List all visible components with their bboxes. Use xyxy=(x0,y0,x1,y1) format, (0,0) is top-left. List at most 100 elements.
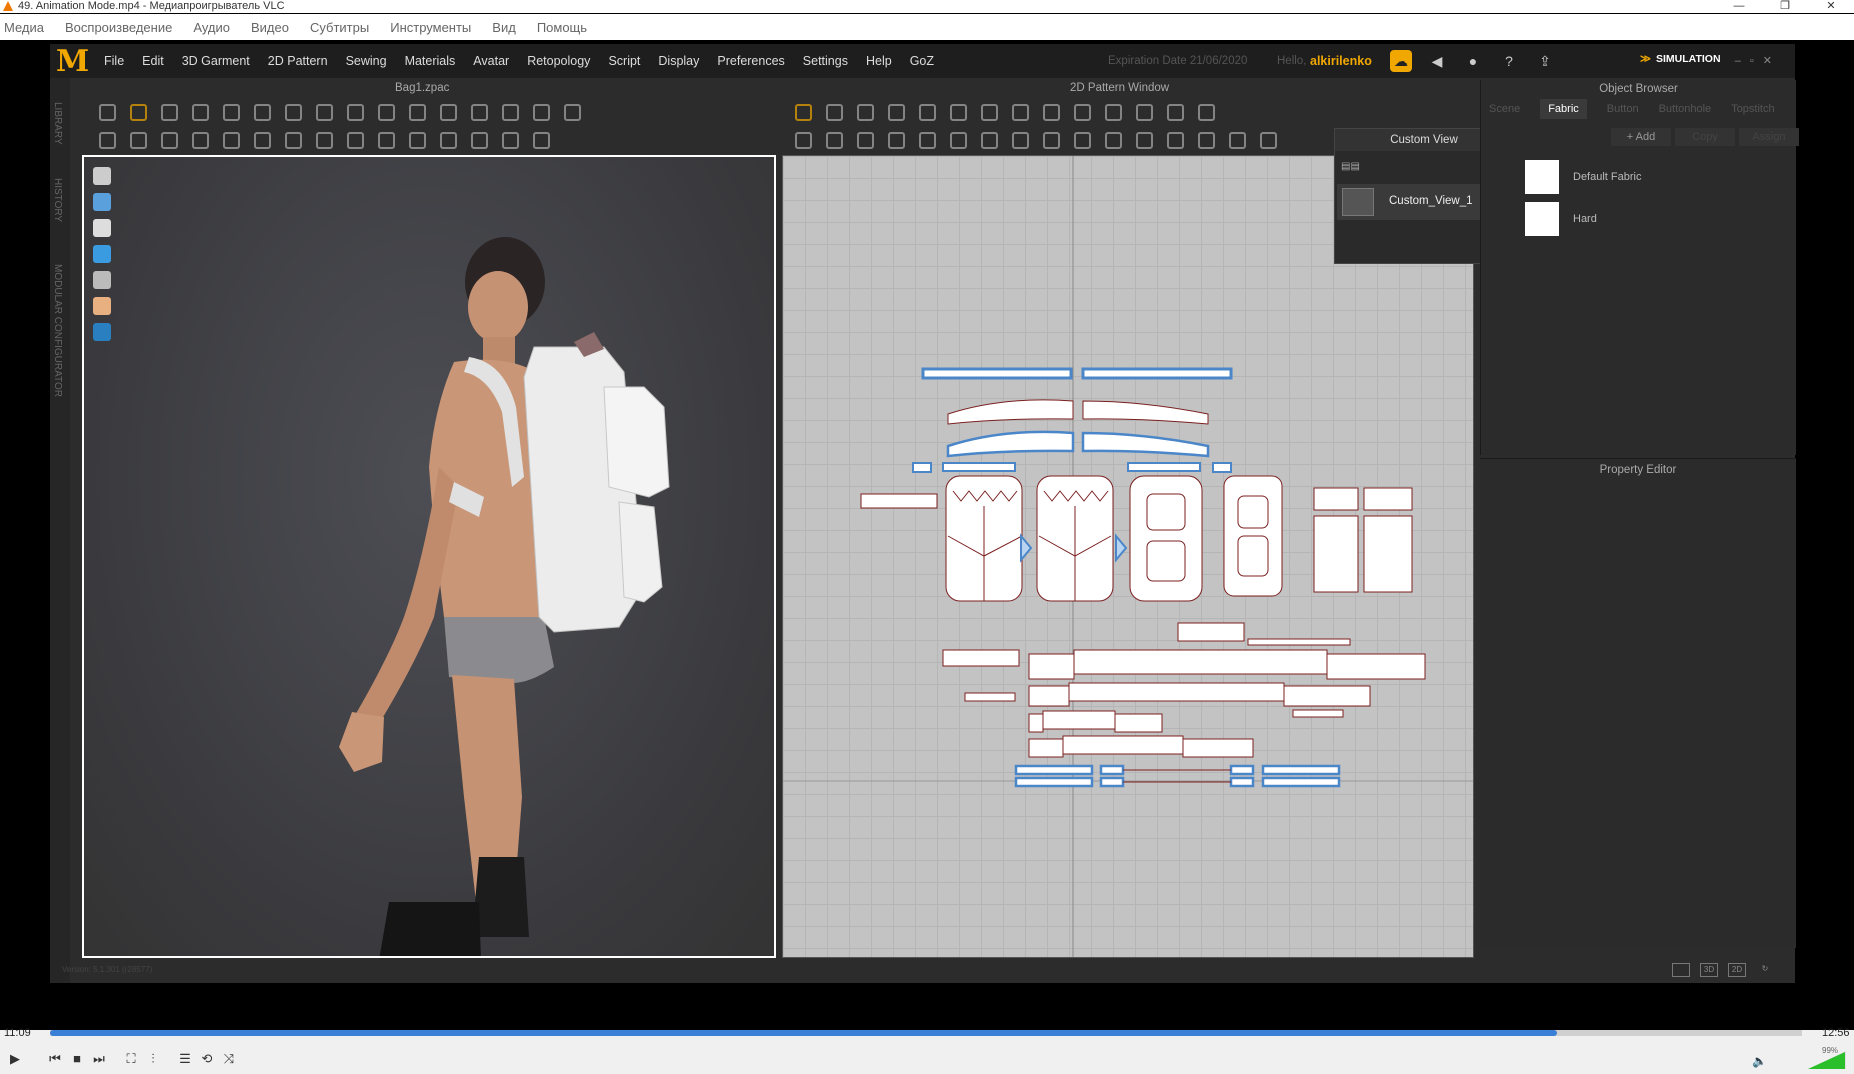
menu-audio[interactable]: Аудио xyxy=(193,20,230,35)
select-icon[interactable] xyxy=(99,104,116,121)
fabric-item[interactable]: Hard xyxy=(1525,202,1825,238)
folder-icon[interactable]: ▤▤ xyxy=(1341,161,1360,172)
shuffle-icon[interactable]: ⤨ xyxy=(218,1048,240,1070)
fabric-item[interactable]: Default Fabric xyxy=(1525,160,1825,196)
flatten-icon[interactable] xyxy=(533,104,550,121)
simulation-mode-dropdown[interactable]: SIMULATION xyxy=(1640,53,1721,65)
internal-rect-icon[interactable] xyxy=(1074,104,1091,121)
ellipse-icon[interactable] xyxy=(1012,104,1029,121)
seam-taping-icon[interactable] xyxy=(919,132,936,149)
side-tab-modular[interactable]: MODULAR CONFIGURATOR xyxy=(52,264,63,397)
menu-view[interactable]: Вид xyxy=(492,20,516,35)
split-icon[interactable] xyxy=(223,132,240,149)
md-menu-display[interactable]: Display xyxy=(658,54,699,68)
line-icon[interactable] xyxy=(440,132,457,149)
edit-pattern-icon[interactable] xyxy=(795,104,812,121)
transform-pattern-icon[interactable] xyxy=(826,104,843,121)
refresh-icon[interactable]: ↻ xyxy=(1756,963,1774,977)
avatar-display-icon[interactable] xyxy=(93,219,111,237)
seek-bar[interactable] xyxy=(50,1030,1802,1036)
md-menu-avatar[interactable]: Avatar xyxy=(473,54,509,68)
tab-topstitch[interactable]: Topstitch xyxy=(1731,103,1774,115)
button-2d-icon[interactable] xyxy=(1074,132,1091,149)
pin-icon[interactable] xyxy=(254,104,271,121)
check-sew-icon[interactable] xyxy=(888,132,905,149)
md-menu-settings[interactable]: Settings xyxy=(803,54,848,68)
extended-settings-icon[interactable]: ⫶ xyxy=(142,1048,164,1070)
md-menu-materials[interactable]: Materials xyxy=(405,54,456,68)
fabric-2d-icon[interactable] xyxy=(950,132,967,149)
trim-icon[interactable] xyxy=(471,132,488,149)
segment-sew-icon[interactable] xyxy=(795,132,812,149)
tab-button[interactable]: Button xyxy=(1607,103,1639,115)
topstitch-icon[interactable] xyxy=(409,132,426,149)
texture-icon[interactable] xyxy=(502,132,519,149)
side-tab-library[interactable]: LIBRARY xyxy=(52,102,63,145)
dart-icon[interactable] xyxy=(1105,104,1122,121)
menu-subtitles[interactable]: Субтитры xyxy=(310,20,369,35)
buttonhole-2d-icon[interactable] xyxy=(1105,132,1122,149)
3d-viewport[interactable] xyxy=(82,155,776,958)
tape-icon[interactable] xyxy=(161,132,178,149)
measure-icon[interactable] xyxy=(316,104,333,121)
menu-playback[interactable]: Воспроизведение xyxy=(65,20,172,35)
pose-icon[interactable] xyxy=(99,132,116,149)
grid-icon[interactable] xyxy=(471,104,488,121)
next-icon[interactable]: ⏭ xyxy=(88,1048,110,1070)
fabric-render-icon[interactable] xyxy=(93,193,111,211)
scale-icon[interactable] xyxy=(192,104,209,121)
play-icon[interactable]: ▶ xyxy=(0,1048,30,1070)
fold-icon[interactable] xyxy=(378,104,395,121)
speaker-icon[interactable]: ◀ xyxy=(1426,50,1448,72)
annotation-icon[interactable] xyxy=(1167,132,1184,149)
copy-button[interactable]: Copy xyxy=(1675,128,1735,146)
rotate-icon[interactable] xyxy=(223,104,240,121)
notch-icon[interactable] xyxy=(1198,132,1215,149)
puckering-icon[interactable] xyxy=(1012,132,1029,149)
md-menu-preferences[interactable]: Preferences xyxy=(717,54,784,68)
fold-arrange-icon[interactable] xyxy=(285,132,302,149)
close-icon[interactable]: ✕ xyxy=(1808,0,1854,13)
cloud-icon[interactable]: ☁ xyxy=(1390,50,1412,72)
md-window-controls[interactable]: –▫✕ xyxy=(1735,54,1781,67)
3d-view-icon[interactable]: 3D xyxy=(1700,963,1718,977)
edit-curve-icon[interactable] xyxy=(857,104,874,121)
volume-speaker-icon[interactable]: 🔈 xyxy=(1752,1054,1767,1068)
cut-icon[interactable] xyxy=(192,132,209,149)
tab-buttonhole[interactable]: Buttonhole xyxy=(1659,103,1712,115)
grading-icon[interactable] xyxy=(1167,104,1184,121)
md-menu-script[interactable]: Script xyxy=(608,54,640,68)
brush-icon[interactable] xyxy=(347,104,364,121)
2d-pattern-viewport[interactable] xyxy=(782,155,1474,958)
md-menu-file[interactable]: File xyxy=(104,54,124,68)
minimize-icon[interactable]: — xyxy=(1716,0,1762,13)
menu-tools[interactable]: Инструменты xyxy=(390,20,471,35)
pattern-grid-icon[interactable] xyxy=(1198,104,1215,121)
polygon-icon[interactable] xyxy=(950,104,967,121)
buttonhole-icon[interactable] xyxy=(347,132,364,149)
loop-icon[interactable]: ⟲ xyxy=(196,1048,218,1070)
share-icon[interactable]: ⇪ xyxy=(1534,50,1556,72)
md-menu-goz[interactable]: GoZ xyxy=(910,54,934,68)
free-sew-icon[interactable] xyxy=(826,132,843,149)
add-point-icon[interactable] xyxy=(919,104,936,121)
texture-display-icon[interactable] xyxy=(93,245,111,263)
md-menu-retopology[interactable]: Retopology xyxy=(527,54,590,68)
sew-icon[interactable] xyxy=(409,104,426,121)
skin-icon[interactable] xyxy=(93,297,111,315)
md-menu-edit[interactable]: Edit xyxy=(142,54,164,68)
menu-media[interactable]: Медиа xyxy=(4,20,44,35)
surface-icon[interactable] xyxy=(93,271,111,289)
stop-icon[interactable]: ■ xyxy=(66,1048,88,1070)
tack-icon[interactable] xyxy=(285,104,302,121)
help-icon[interactable]: ? xyxy=(1498,50,1520,72)
menu-video[interactable]: Видео xyxy=(251,20,289,35)
assign-button[interactable]: Assign xyxy=(1739,128,1799,146)
button-icon[interactable] xyxy=(316,132,333,149)
2d-view-icon[interactable]: 2D xyxy=(1728,963,1746,977)
texture-2d-icon[interactable] xyxy=(981,132,998,149)
garment-icon[interactable] xyxy=(93,167,111,185)
mesh-icon[interactable] xyxy=(502,104,519,121)
menu-help[interactable]: Помощь xyxy=(537,20,587,35)
zipper-2d-icon[interactable] xyxy=(1136,132,1153,149)
